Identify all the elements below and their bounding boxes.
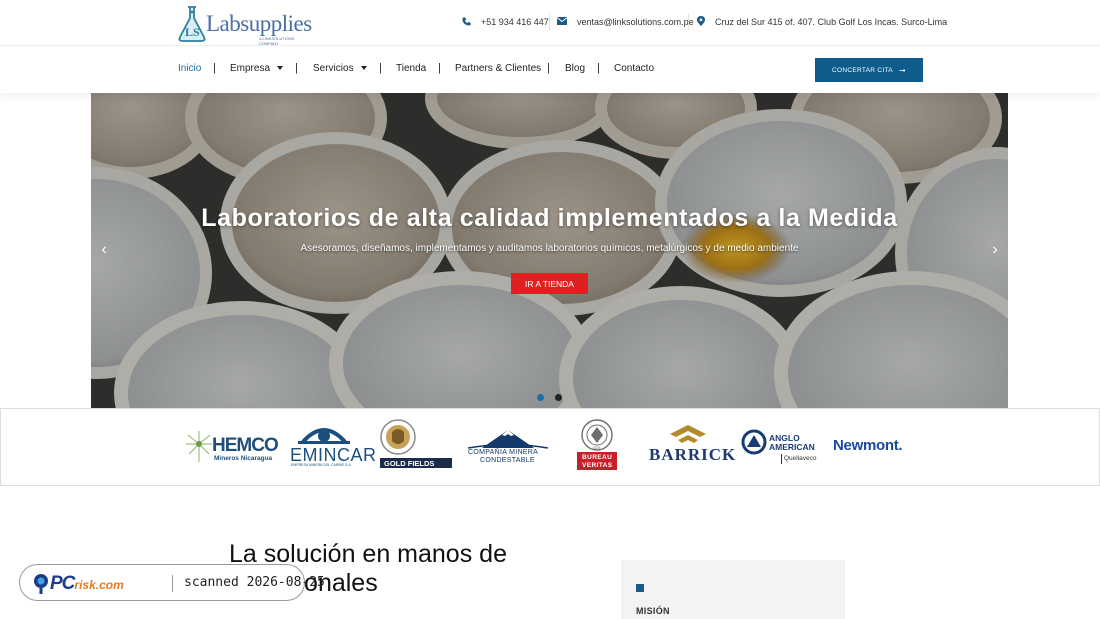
emincar-emblem-icon (298, 428, 350, 445)
nav-separator: | (213, 62, 216, 74)
phone-icon (462, 16, 471, 28)
header-email[interactable]: ventas@linksolutions.com.pe (556, 15, 694, 29)
anglo-emblem-icon (741, 429, 767, 455)
map-pin-icon (697, 16, 705, 28)
barrick-logo: BARRICK (648, 424, 735, 466)
flask-icon: LS (178, 6, 206, 42)
newmont-name: Newmont. (833, 437, 903, 454)
go-to-store-button[interactable]: IR A TIENDA (511, 273, 588, 294)
nav-item-tienda[interactable]: Tienda (396, 63, 426, 74)
header-address: Cruz del Sur 415 of. 407. Club Golf Los … (697, 15, 947, 29)
envelope-icon (556, 17, 568, 27)
chevron-left-icon[interactable]: ‹ (97, 241, 111, 259)
arrow-right-icon: ➞ (898, 65, 906, 75)
bureau-line2: VERITAS (582, 462, 613, 469)
nav-separator: | (438, 62, 441, 74)
gold-fields-logo: GOLD FIELDS (379, 418, 453, 472)
bureau-veritas-logo: 1828 BUREAU VERITAS (575, 419, 619, 471)
square-icon (636, 584, 644, 592)
hemco-logo: HEMCO Mineros Nicaragua (185, 429, 279, 465)
caret-down-icon (277, 66, 284, 70)
condestable-line1: COMPAÑIA MINERA (468, 449, 539, 456)
top-bar: LS Labsupplies A LINKSOLUTIONS COMPANY +… (0, 0, 1100, 46)
header-divider (549, 14, 550, 30)
svg-text:LS: LS (185, 25, 200, 39)
barrick-emblem-icon (670, 425, 706, 443)
logo-tagline: A LINKSOLUTIONS COMPANY (259, 36, 295, 46)
header-divider (688, 14, 689, 30)
nav-separator: | (379, 62, 382, 74)
nav-item-inicio[interactable]: Inicio (178, 63, 201, 74)
bureau-year: 1828 (592, 446, 600, 450)
anglo-divider (781, 454, 782, 464)
caret-down-icon (360, 66, 367, 70)
logo-wordmark: Labsupplies (206, 11, 312, 36)
hero-title: Laboratorios de alta calidad implementad… (201, 204, 898, 232)
nav-separator: | (597, 62, 600, 74)
condestable-line2: CONDESTABLE (480, 457, 535, 464)
header-phone[interactable]: +51 934 416 447 (462, 15, 549, 29)
nav-separator: | (547, 62, 550, 74)
anglo-line2: AMERICAN (769, 442, 815, 452)
watermark-brand-main: PC (50, 573, 75, 594)
email-address: ventas@linksolutions.com.pe (577, 17, 694, 27)
newmont-logo: Newmont. (833, 437, 917, 459)
watermark-badge: PCrisk.com scanned 2026-08-25 (19, 564, 325, 601)
watermark-scan-date: scanned 2026-08-25 (184, 575, 325, 590)
emincar-logo: EMINCAR EMPRESA MINERA DEL CARIBE S.A. (290, 421, 376, 469)
cta-label: CONCERTAR CITA (832, 66, 893, 74)
hero-subtitle: Asesoramos, diseñamos, implementamos y a… (300, 243, 799, 254)
nav-item-contacto[interactable]: Contacto (614, 63, 654, 74)
anglo-sub: Quellaveco (784, 455, 817, 462)
nav-item-empresa[interactable]: Empresa (230, 63, 284, 74)
mountain-icon (467, 430, 549, 449)
lion-crest-icon (380, 419, 416, 455)
emincar-sub: EMPRESA MINERA DEL CARIBE S.A. (291, 463, 352, 467)
address-text: Cruz del Sur 415 of. 407. Club Golf Los … (715, 17, 948, 27)
nav-separator: | (295, 62, 298, 74)
hero-slider: Laboratorios de alta calidad implementad… (91, 93, 1008, 408)
partners-strip: HEMCO Mineros Nicaragua EMINCAR EMPRESA … (0, 408, 1100, 486)
mission-card: MISIÓN (621, 560, 845, 619)
nav-item-servicios[interactable]: Servicios (313, 63, 367, 74)
condestable-logo: COMPAÑIA MINERA CONDESTABLE (466, 429, 550, 465)
dandelion-icon (186, 431, 212, 462)
site-logo[interactable]: LS Labsupplies A LINKSOLUTIONS COMPANY (177, 3, 312, 46)
gold-fields-name: GOLD FIELDS (384, 459, 435, 468)
phone-number: +51 934 416 447 (481, 17, 549, 27)
hemco-sub: Mineros Nicaragua (214, 455, 273, 462)
slide-dot-2[interactable] (555, 394, 562, 401)
watermark-divider (172, 575, 173, 592)
nav-item-label: Empresa (230, 63, 271, 74)
main-navigation: Inicio | Empresa | Servicios | Tienda | … (0, 47, 1100, 93)
nav-item-blog[interactable]: Blog (565, 63, 585, 74)
anglo-american-logo: ANGLO AMERICAN Quellaveco (741, 429, 823, 469)
chevron-right-icon[interactable]: › (988, 241, 1002, 259)
watermark-brand: PCrisk.com (50, 573, 124, 595)
watermark-brand-suffix: risk.com (74, 578, 124, 592)
book-appointment-button[interactable]: CONCERTAR CITA ➞ (815, 58, 923, 82)
barrick-name: BARRICK (649, 445, 737, 464)
hemco-name: HEMCO (212, 435, 279, 456)
nav-item-partners[interactable]: Partners & Clientes (455, 63, 541, 74)
slide-dot-1[interactable] (537, 394, 544, 401)
magnifier-icon (34, 574, 48, 594)
bureau-line1: BUREAU (582, 454, 613, 461)
mission-label: MISIÓN (636, 606, 670, 616)
nav-item-label: Servicios (313, 63, 354, 74)
